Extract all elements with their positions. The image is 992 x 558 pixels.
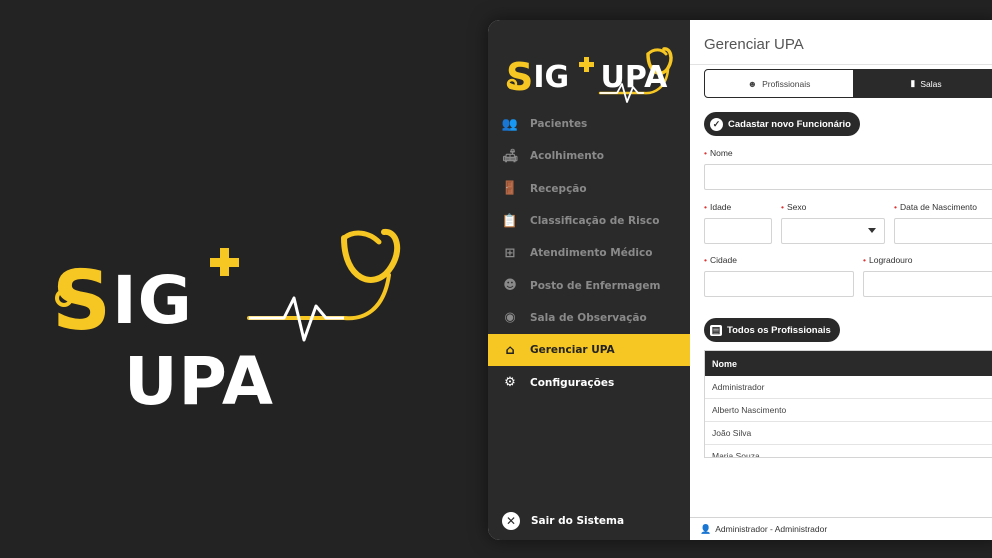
register-employee-label: Cadastar novo Funcionário xyxy=(728,118,851,130)
tab-salas[interactable]: ▮ Salas xyxy=(854,69,992,98)
logradouro-field[interactable] xyxy=(863,271,992,297)
register-employee-button[interactable]: ✓ Cadastar novo Funcionário xyxy=(704,112,860,136)
brand-s: S xyxy=(52,254,113,349)
gear-icon: ⚙ xyxy=(504,375,516,391)
users-icon: 👥 xyxy=(501,116,519,132)
sidebar-item-configuracoes[interactable]: ⚙ Configurações xyxy=(488,366,690,398)
sidebar-item-label: Configurações xyxy=(530,376,615,389)
professionals-table[interactable]: Nome Administrador Alberto Nascimento Jo… xyxy=(704,350,992,458)
door-icon: 🚪 xyxy=(501,181,519,197)
tab-label: Salas xyxy=(920,78,942,89)
user-icon: 👤 xyxy=(700,523,712,534)
idade-label: • Idade xyxy=(704,202,731,212)
table-row[interactable]: Administrador xyxy=(705,376,992,399)
sidebar-item-label: Acolhimento xyxy=(530,150,605,163)
brand-s: S xyxy=(506,55,534,99)
sexo-select[interactable] xyxy=(781,218,885,244)
sidebar-item-acolhimento[interactable]: 🛋 Acolhimento xyxy=(488,140,690,172)
cidade-field[interactable] xyxy=(704,271,854,297)
brand-wordmark: SIG UPA xyxy=(52,248,404,420)
nascimento-field[interactable] xyxy=(894,218,992,244)
door-icon: ▮ xyxy=(910,78,916,88)
logged-user: Administrador - Administrador xyxy=(715,524,828,534)
table-row[interactable]: João Silva xyxy=(705,422,992,445)
sidebar-item-pacientes[interactable]: 👥 Pacientes xyxy=(488,108,690,140)
required-dot: • xyxy=(894,202,897,212)
eye-icon: ◉ xyxy=(504,310,516,326)
required-dot: • xyxy=(863,255,866,265)
idade-label-text: Idade xyxy=(709,202,732,212)
nurse-icon: ☻ xyxy=(503,278,517,294)
chevron-down-icon xyxy=(868,228,876,233)
required-dot: • xyxy=(704,202,707,212)
all-professionals-button[interactable]: ▤ Todos os Profissionais xyxy=(704,318,840,342)
required-dot: • xyxy=(704,255,707,265)
brand-ig: IG xyxy=(533,60,580,95)
tab-profissionais[interactable]: ☻ Profissionais xyxy=(704,69,854,98)
sidebar-item-atendimento-medico[interactable]: ⊞ Atendimento Médico xyxy=(488,237,690,269)
logout-button[interactable]: ✕ Sair do Sistema xyxy=(502,512,624,530)
table-row[interactable]: Maria Souza xyxy=(705,445,992,457)
brand-logo: SIG UPA xyxy=(44,220,404,420)
table-row[interactable]: Alberto Nascimento xyxy=(705,399,992,422)
sidebar-item-posto-enfermagem[interactable]: ☻ Posto de Enfermagem xyxy=(488,269,690,301)
idade-field[interactable] xyxy=(704,218,772,244)
tab-bar: ☻ Profissionais ▮ Salas xyxy=(704,69,992,98)
nascimento-label-text: Data de Nascimento xyxy=(899,202,977,212)
title-divider xyxy=(690,64,992,65)
sidebar-logo: SIG UPA xyxy=(502,40,677,110)
required-dot: • xyxy=(704,148,707,158)
medical-kit-icon: ⊞ xyxy=(504,245,516,261)
cidade-label-text: Cidade xyxy=(709,255,737,265)
sidebar-item-label: Sala de Observação xyxy=(530,311,647,324)
sexo-label: • Sexo xyxy=(781,202,806,212)
logout-label: Sair do Sistema xyxy=(531,515,625,527)
logradouro-label: • Logradouro xyxy=(863,255,912,265)
check-circle-icon: ✓ xyxy=(710,117,723,131)
brand-upa: UPA xyxy=(600,60,668,95)
nome-label-text: Nome xyxy=(709,148,733,158)
sidebar-item-label: Classificação de Risco xyxy=(530,215,660,228)
sidebar-nav: 👥 Pacientes 🛋 Acolhimento 🚪 Recepção 📋 C… xyxy=(488,108,690,399)
nurse-icon: ☻ xyxy=(747,78,758,89)
table-header: Nome xyxy=(705,351,992,376)
list-icon: ▤ xyxy=(710,324,722,336)
nascimento-label: • Data de Nascimento xyxy=(894,202,977,212)
tab-label: Profissionais xyxy=(762,78,811,89)
brand-ig: IG xyxy=(112,262,193,339)
nome-field[interactable] xyxy=(704,164,992,190)
sidebar-item-label: Pacientes xyxy=(530,118,588,131)
close-circle-icon: ✕ xyxy=(502,512,520,530)
sidebar-item-label: Posto de Enfermagem xyxy=(530,279,661,292)
hospital-icon: ⌂ xyxy=(505,342,515,358)
brand-upa: UPA xyxy=(123,343,274,420)
all-professionals-label: Todos os Profissionais xyxy=(727,324,831,336)
sidebar-item-label: Gerenciar UPA xyxy=(530,344,615,357)
page-title: Gerenciar UPA xyxy=(704,36,804,53)
required-dot: • xyxy=(781,202,784,212)
sidebar-item-sala-observacao[interactable]: ◉ Sala de Observação xyxy=(488,302,690,334)
sidebar: SIG UPA 👥 Pacientes 🛋 Acolhimento 🚪 Rece… xyxy=(488,20,690,540)
app-window: SIG UPA 👥 Pacientes 🛋 Acolhimento 🚪 Rece… xyxy=(488,20,992,540)
sidebar-item-label: Atendimento Médico xyxy=(530,247,653,260)
clipboard-icon: 📋 xyxy=(501,213,519,229)
sidebar-wordmark: SIG UPA xyxy=(506,52,668,99)
logradouro-label-text: Logradouro xyxy=(868,255,913,265)
sidebar-item-classificacao-risco[interactable]: 📋 Classificação de Risco xyxy=(488,205,690,237)
sidebar-item-gerenciar-upa[interactable]: ⌂ Gerenciar UPA xyxy=(488,334,690,367)
sidebar-item-label: Recepção xyxy=(530,182,587,195)
sidebar-item-recepcao[interactable]: 🚪 Recepção xyxy=(488,173,690,205)
sexo-label-text: Sexo xyxy=(786,202,807,212)
status-footer: 👤 Administrador - Administrador xyxy=(690,517,992,540)
main-content: Gerenciar UPA ☻ Profissionais ▮ Salas ✓ … xyxy=(690,20,992,540)
cidade-label: • Cidade xyxy=(704,255,737,265)
sofa-icon: 🛋 xyxy=(501,148,519,164)
nome-label: • Nome xyxy=(704,148,733,158)
